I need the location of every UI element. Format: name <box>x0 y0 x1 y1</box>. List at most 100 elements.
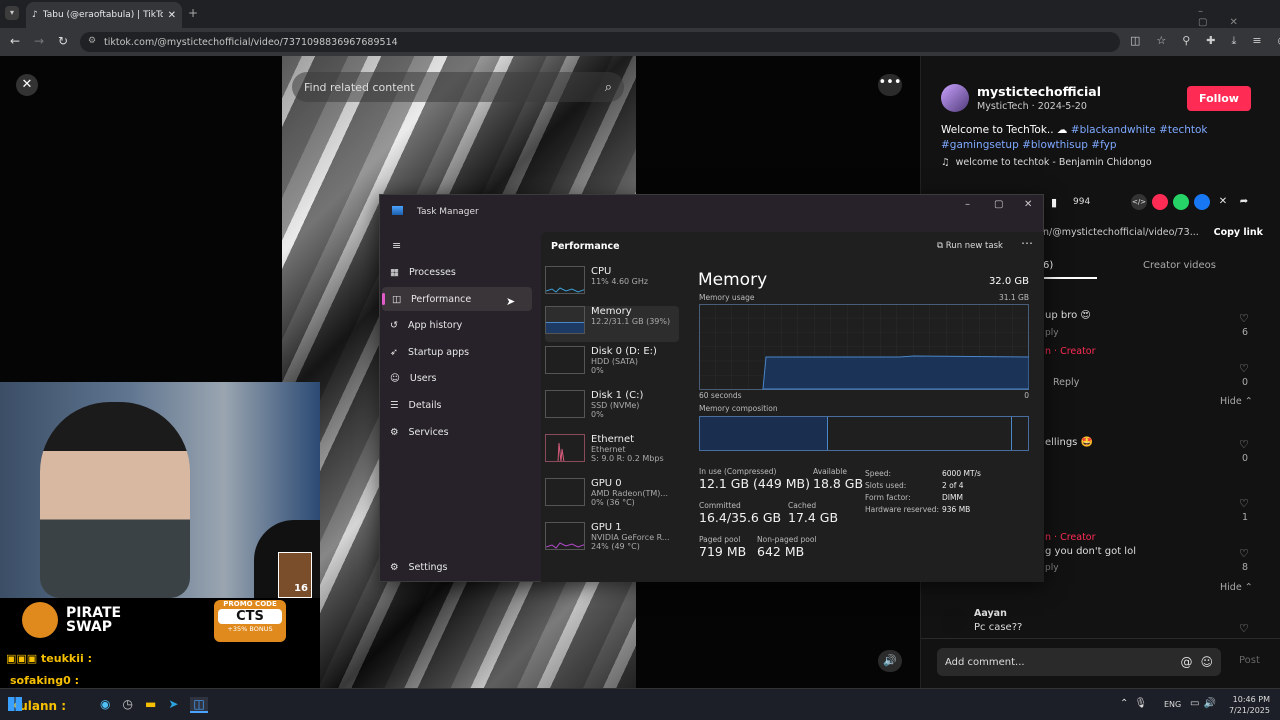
add-comment-box[interactable]: Add comment... @ ☺ <box>937 648 1221 676</box>
nav-settings[interactable]: ⚙ Settings <box>380 555 530 579</box>
nav-services[interactable]: ⚙ Services <box>380 420 530 444</box>
embed-icon[interactable]: </> <box>1131 194 1147 210</box>
gpu1-thumbnail <box>545 522 585 550</box>
back-icon[interactable]: ← <box>10 34 20 48</box>
nav-processes[interactable]: ▦ Processes <box>380 260 530 284</box>
like-icon[interactable]: ♡ <box>1239 547 1249 560</box>
site-info-icon[interactable]: ⚙ <box>88 36 96 46</box>
maximize-icon[interactable]: ▢ <box>994 199 1003 210</box>
browser-tab[interactable]: ♪ Tabu (@eraoftabula) | TikTok ✕ <box>26 2 182 28</box>
like-count: 0 <box>1242 453 1249 464</box>
address-bar[interactable]: ⚙ tiktok.com/@mystictechofficial/video/7… <box>80 32 1120 52</box>
gpu0-thumbnail <box>545 478 585 506</box>
services-icon: ⚙ <box>390 426 399 438</box>
send-icon[interactable] <box>1152 194 1168 210</box>
tab-list-button[interactable]: ▾ <box>5 6 19 20</box>
find-related-search[interactable]: Find related content ⌕ <box>292 72 624 102</box>
resource-disk0[interactable]: Disk 0 (D: E:) HDD (SATA) 0% <box>545 346 677 386</box>
webcam-overlay: 16 <box>0 382 320 598</box>
bookmark-icon[interactable]: ▮ <box>1051 196 1057 209</box>
hashtag[interactable]: #gamingsetup <box>941 139 1019 151</box>
disk0-thumbnail <box>545 346 585 374</box>
post-comment-button[interactable]: Post <box>1239 655 1260 666</box>
composition-standby-divider <box>1011 417 1012 450</box>
forward-icon[interactable]: → <box>34 34 44 48</box>
like-count: 6 <box>1242 327 1249 338</box>
nav-details[interactable]: ☰ Details <box>380 393 530 417</box>
comment-text: Pc case?? <box>974 622 1023 633</box>
resource-disk1[interactable]: Disk 1 (C:) SSD (NVMe) 0% <box>545 390 677 430</box>
emoji-icon[interactable]: ☺ <box>1200 655 1213 669</box>
tab-comments[interactable]: 6) <box>1043 260 1053 271</box>
resource-gpu0[interactable]: GPU 0 AMD Radeon(TM)... 0% (36 °C) <box>545 478 677 518</box>
close-video-icon[interactable]: ✕ <box>16 74 38 96</box>
tab-creator-videos[interactable]: Creator videos <box>1143 260 1216 271</box>
resource-cpu[interactable]: CPU 11% 4.60 GHz <box>545 266 677 306</box>
reply-link[interactable]: ply <box>1045 563 1059 573</box>
resource-gpu1[interactable]: GPU 1 NVIDIA GeForce R... 24% (49 °C) <box>545 522 677 562</box>
new-tab-button[interactable]: + <box>188 6 198 20</box>
like-icon[interactable]: ♡ <box>1239 622 1249 635</box>
close-window-icon[interactable]: ✕ <box>1024 199 1032 210</box>
nav-users[interactable]: ☺ Users <box>380 366 530 390</box>
language-indicator[interactable]: ENG <box>1164 700 1181 709</box>
more-options-icon[interactable]: ⋯ <box>1021 236 1033 250</box>
follow-button[interactable]: Follow <box>1187 86 1251 111</box>
chrome-icon[interactable]: ◉ <box>100 697 110 713</box>
minimize-icon[interactable]: – <box>965 199 970 210</box>
tray-icons[interactable]: ⌃🎙 <box>1120 698 1153 709</box>
memory-usage-max: 31.1 GB <box>998 293 1029 302</box>
search-input[interactable]: Find related content <box>304 81 605 94</box>
post-username[interactable]: mystictechofficial <box>977 84 1101 99</box>
facebook-icon[interactable] <box>1194 194 1210 210</box>
nav-startup-apps[interactable]: ➶ Startup apps <box>380 340 530 364</box>
hide-replies-button[interactable]: Hide ⌃ <box>1220 396 1253 407</box>
stat-available: Available 18.8 GB <box>813 467 864 491</box>
avatar[interactable] <box>941 84 969 112</box>
share-arrow-icon[interactable]: ➦ <box>1236 194 1252 210</box>
hashtag[interactable]: #fyp <box>1091 139 1116 151</box>
resource-ethernet[interactable]: Ethernet Ethernet S: 9.0 R: 0.2 Mbps <box>545 434 677 474</box>
avatar[interactable] <box>941 608 967 634</box>
music-row[interactable]: ♫ welcome to techtok - Benjamin Chidongo <box>941 157 1152 168</box>
like-icon[interactable]: ♡ <box>1239 312 1249 325</box>
comment-username[interactable]: Aayan <box>974 608 1007 619</box>
network-volume-icons[interactable]: ▭🔊 <box>1190 698 1220 709</box>
hashtag[interactable]: #techtok <box>1159 124 1207 136</box>
start-button-icon[interactable] <box>8 697 22 711</box>
comment-text: up bro 😍 <box>1045 310 1091 321</box>
hashtag[interactable]: #blowthisup <box>1022 139 1088 151</box>
resource-memory[interactable]: Memory 12.2/31.1 GB (39%) <box>545 306 679 342</box>
hamburger-menu-icon[interactable]: ≡ <box>392 239 401 252</box>
window-controls[interactable]: –▢✕ <box>1198 6 1280 28</box>
file-explorer-icon[interactable]: ▬ <box>145 697 156 713</box>
clock-app-icon[interactable]: ◷ <box>122 697 132 713</box>
stat-in-use: In use (Compressed) 12.1 GB (449 MB) <box>699 467 810 491</box>
extensions-icons[interactable]: ◫☆⚲✚⤓≡◉⋮ <box>1130 34 1280 48</box>
volume-icon[interactable]: 🔊 <box>878 650 902 672</box>
stat-nonpaged-pool: Non-paged pool 642 MB <box>757 535 817 559</box>
like-icon[interactable]: ♡ <box>1239 438 1249 451</box>
telegram-icon[interactable]: ➤ <box>168 697 178 713</box>
whatsapp-icon[interactable] <box>1173 194 1189 210</box>
memory-composition-label: Memory composition <box>699 404 778 413</box>
hide-replies-button[interactable]: Hide ⌃ <box>1220 582 1253 593</box>
comment-input[interactable]: Add comment... <box>945 657 1172 668</box>
more-options-icon[interactable]: ••• <box>878 74 902 96</box>
reply-link[interactable]: Reply <box>1053 377 1079 388</box>
system-clock[interactable]: 10:46 PM 7/21/2025 <box>1226 694 1270 716</box>
close-tab-icon[interactable]: ✕ <box>168 10 176 21</box>
stat-cached: Cached 17.4 GB <box>788 501 839 525</box>
run-new-task-button[interactable]: ⧉ Run new task <box>937 241 1003 251</box>
x-icon[interactable]: ✕ <box>1215 194 1231 210</box>
copy-link-button[interactable]: Copy link <box>1214 227 1263 245</box>
task-manager-taskbar-icon[interactable]: ◫ <box>190 697 208 713</box>
like-icon[interactable]: ♡ <box>1239 362 1249 375</box>
reply-link[interactable]: ply <box>1045 328 1059 338</box>
reload-icon[interactable]: ↻ <box>58 34 68 48</box>
like-icon[interactable]: ♡ <box>1239 497 1249 510</box>
mention-icon[interactable]: @ <box>1180 655 1192 669</box>
search-icon[interactable]: ⌕ <box>605 80 612 95</box>
hashtag[interactable]: #blackandwhite <box>1071 124 1156 136</box>
nav-app-history[interactable]: ↺ App history <box>380 313 530 337</box>
